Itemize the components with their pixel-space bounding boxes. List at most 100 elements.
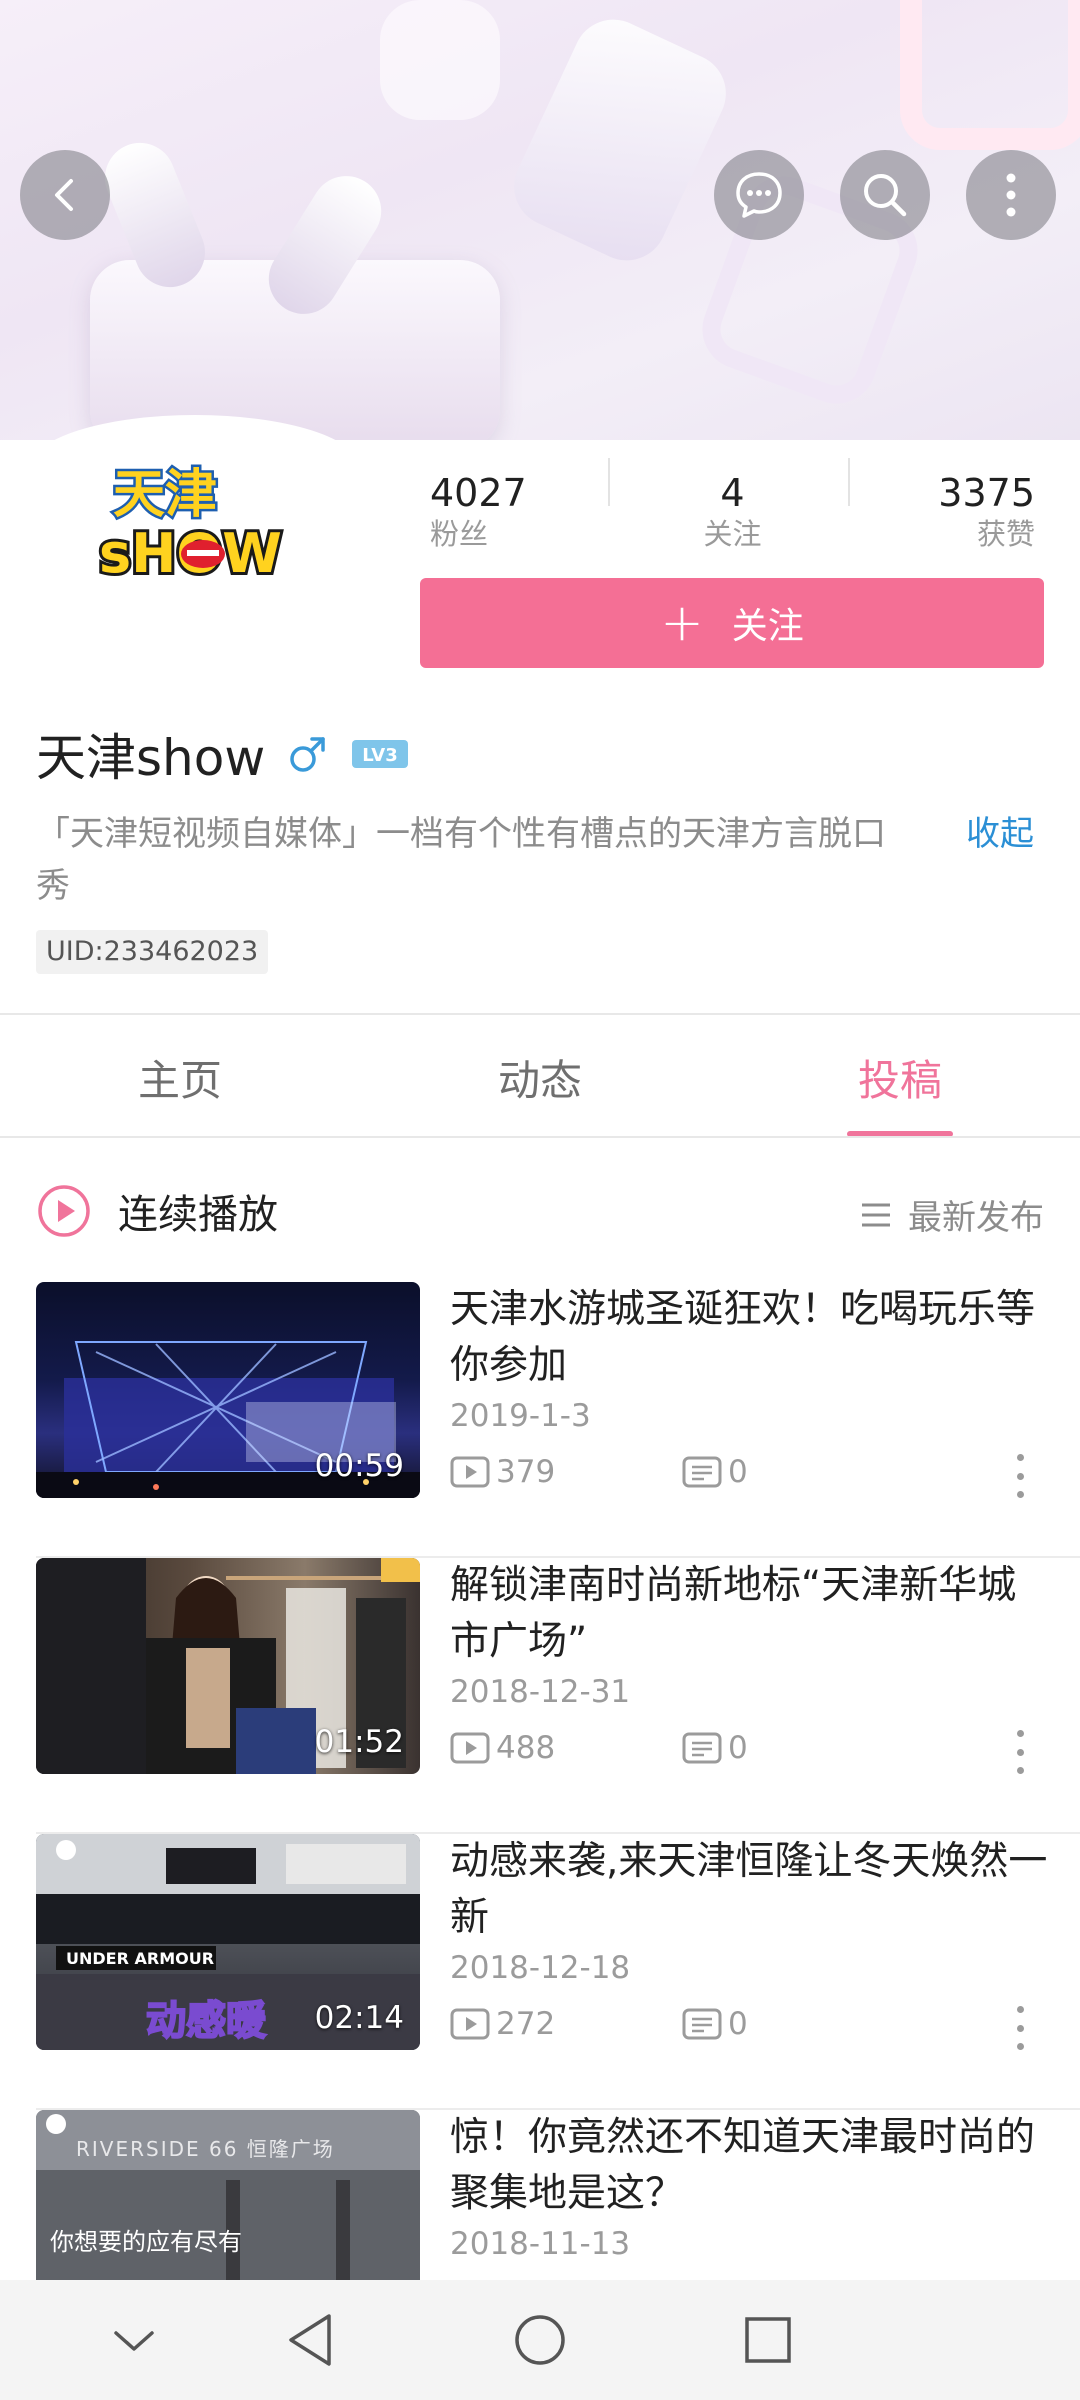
profile-tabs: 主页 动态 投稿 bbox=[0, 1017, 1080, 1137]
video-thumbnail[interactable]: RIVERSIDE 66 恒隆广场 你想要的应有尽有 bbox=[36, 2110, 420, 2280]
search-icon bbox=[864, 174, 907, 217]
play-all-button[interactable]: 连续播放 bbox=[36, 1182, 278, 1240]
search-button[interactable] bbox=[840, 150, 930, 240]
profile-stats: 4027 粉丝 4 关注 3375 获赞 bbox=[420, 470, 1045, 551]
more-button[interactable] bbox=[966, 150, 1056, 240]
video-more-button[interactable] bbox=[1010, 2006, 1030, 2050]
play-count-icon bbox=[450, 2008, 490, 2040]
stat-value: 4027 bbox=[430, 471, 527, 515]
follow-button[interactable]: + 关注 bbox=[420, 578, 1044, 668]
collapse-nav-button[interactable] bbox=[104, 2310, 164, 2370]
video-item[interactable]: UNDER ARMOUR 动感暖 02:14 动感来袭,来天津恒隆让冬天焕然一新… bbox=[0, 1834, 1080, 2110]
stat-following[interactable]: 4 关注 bbox=[632, 470, 834, 551]
video-comments: 0 bbox=[682, 1454, 748, 1490]
collapse-bio-link[interactable]: 收起 bbox=[966, 808, 1034, 860]
profile-card: 天津 sHOW 4027 粉丝 4 关注 3375 获赞 + 关注 天津show bbox=[0, 415, 1080, 1015]
sort-list-icon bbox=[862, 1203, 890, 1226]
comment-count: 0 bbox=[728, 2006, 748, 2042]
comment-count-icon bbox=[682, 1456, 722, 1488]
video-date: 2018-12-18 bbox=[450, 1950, 631, 1986]
follow-label: 关注 bbox=[731, 606, 804, 647]
video-meta: 488 0 bbox=[450, 1730, 748, 1766]
tab-activity[interactable]: 动态 bbox=[360, 1017, 720, 1137]
sort-button[interactable]: 最新发布 bbox=[860, 1190, 1044, 1239]
video-item[interactable]: RIVERSIDE 66 恒隆广场 你想要的应有尽有 惊！你竟然还不知道天津最时… bbox=[0, 2110, 1080, 2280]
video-more-button[interactable] bbox=[1010, 1730, 1030, 1774]
comment-count-icon bbox=[682, 1732, 722, 1764]
video-date: 2019-1-3 bbox=[450, 1398, 591, 1434]
video-item[interactable]: 01:52 解锁津南时尚新地标“天津新华城市广场” 2018-12-31 488… bbox=[0, 1558, 1080, 1834]
back-button[interactable] bbox=[20, 150, 110, 240]
sort-label: 最新发布 bbox=[908, 1198, 1044, 1238]
video-plays: 379 bbox=[450, 1454, 682, 1490]
system-back-button[interactable] bbox=[280, 2310, 340, 2370]
section-divider bbox=[0, 1013, 1080, 1015]
name-row: 天津show LV3 bbox=[36, 718, 409, 790]
profile-bio: 「天津短视频自媒体」一档有个性有槽点的天津方言脱口秀 bbox=[36, 814, 886, 906]
video-thumbnail[interactable]: 01:52 bbox=[36, 1558, 420, 1774]
stat-likes[interactable]: 3375 获赞 bbox=[833, 470, 1045, 551]
stat-divider bbox=[848, 458, 850, 506]
stat-value: 3375 bbox=[938, 471, 1036, 515]
video-item[interactable]: 00:59 天津水游城圣诞狂欢！吃喝玩乐等你参加 2019-1-3 379 0 bbox=[0, 1282, 1080, 1558]
stat-label: 获赞 bbox=[977, 517, 1036, 551]
comment-count: 0 bbox=[728, 1454, 748, 1490]
comment-count: 0 bbox=[728, 1730, 748, 1766]
play-circle-icon bbox=[38, 1185, 90, 1237]
message-button[interactable] bbox=[714, 150, 804, 240]
tab-label: 主页 bbox=[137, 1055, 222, 1105]
video-duration: 01:52 bbox=[314, 1724, 404, 1760]
recents-square-icon bbox=[745, 2317, 791, 2363]
play-count-icon bbox=[450, 1732, 490, 1764]
svg-text:RIVERSIDE 66 恒隆广场: RIVERSIDE 66 恒隆广场 bbox=[76, 2137, 335, 2161]
video-comments: 0 bbox=[682, 1730, 748, 1766]
list-header: 连续播放 最新发布 bbox=[0, 1140, 1080, 1280]
stat-label: 关注 bbox=[703, 517, 762, 551]
video-meta: 272 0 bbox=[450, 2006, 748, 2042]
video-duration: 02:14 bbox=[314, 2000, 404, 2036]
svg-text:LV3: LV3 bbox=[363, 745, 398, 766]
tab-home[interactable]: 主页 bbox=[0, 1017, 360, 1137]
video-comments: 0 bbox=[682, 2006, 748, 2042]
home-circle-icon bbox=[515, 2315, 565, 2365]
section-divider bbox=[0, 1136, 1080, 1138]
collapse-chevron-icon bbox=[114, 2331, 154, 2351]
video-more-button[interactable] bbox=[1010, 1454, 1030, 1498]
more-vertical-icon bbox=[1006, 173, 1016, 217]
profile-banner bbox=[0, 0, 1080, 440]
stat-divider bbox=[608, 458, 610, 506]
message-icon bbox=[736, 172, 782, 218]
video-plays: 488 bbox=[450, 1730, 682, 1766]
stat-fans[interactable]: 4027 粉丝 bbox=[420, 470, 632, 551]
video-plays: 272 bbox=[450, 2006, 682, 2042]
video-date: 2018-11-13 bbox=[450, 2226, 631, 2262]
video-title[interactable]: 动感来袭,来天津恒隆让冬天焕然一新 bbox=[450, 1834, 1050, 1946]
avatar[interactable]: 天津 sHOW bbox=[30, 415, 360, 625]
video-thumbnail[interactable]: 00:59 bbox=[36, 1282, 420, 1498]
play-count: 488 bbox=[496, 1730, 556, 1766]
system-home-button[interactable] bbox=[510, 2310, 570, 2370]
play-count: 272 bbox=[496, 2006, 556, 2042]
video-meta: 379 0 bbox=[450, 1454, 748, 1490]
play-all-label: 连续播放 bbox=[118, 1192, 278, 1238]
video-title[interactable]: 天津水游城圣诞狂欢！吃喝玩乐等你参加 bbox=[450, 1282, 1050, 1394]
svg-text:你想要的应有尽有: 你想要的应有尽有 bbox=[50, 2228, 242, 2256]
system-navigation-bar bbox=[0, 2280, 1080, 2400]
system-recents-button[interactable] bbox=[738, 2310, 798, 2370]
play-count: 379 bbox=[496, 1454, 556, 1490]
video-duration: 00:59 bbox=[314, 1448, 404, 1484]
comment-count-icon bbox=[682, 2008, 722, 2040]
tab-submissions[interactable]: 投稿 bbox=[720, 1017, 1080, 1137]
uid-label: UID:233462023 bbox=[36, 930, 269, 974]
video-title[interactable]: 惊！你竟然还不知道天津最时尚的聚集地是这？ bbox=[450, 2110, 1050, 2222]
tab-label: 动态 bbox=[497, 1055, 582, 1105]
tab-label: 投稿 bbox=[857, 1055, 942, 1105]
level-badge: LV3 bbox=[352, 740, 409, 768]
back-triangle-icon bbox=[289, 2314, 331, 2366]
video-date: 2018-12-31 bbox=[450, 1674, 631, 1710]
male-icon bbox=[290, 737, 325, 772]
svg-text:动感暖: 动感暖 bbox=[146, 1998, 267, 2044]
video-title[interactable]: 解锁津南时尚新地标“天津新华城市广场” bbox=[450, 1558, 1050, 1670]
video-thumbnail[interactable]: UNDER ARMOUR 动感暖 02:14 bbox=[36, 1834, 420, 2050]
channel-logo: 天津 sHOW bbox=[96, 463, 285, 589]
